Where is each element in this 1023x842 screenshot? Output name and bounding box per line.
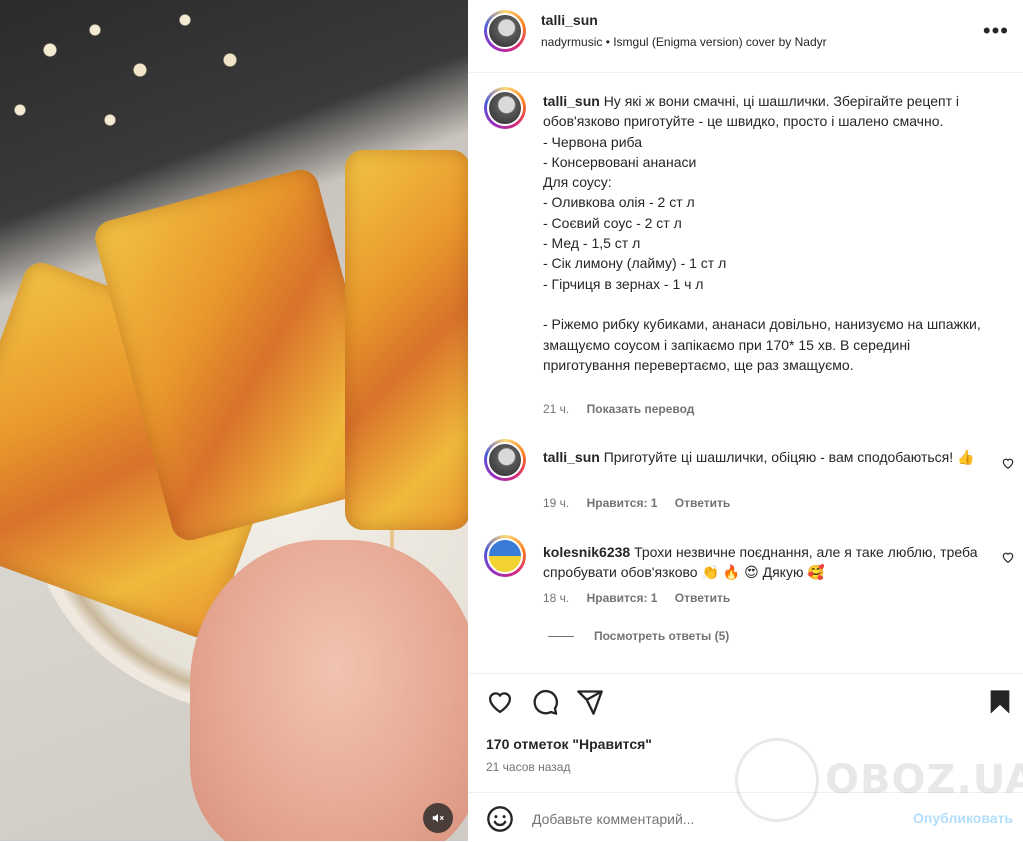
bookmark-icon[interactable]: [986, 688, 1014, 716]
comment-meta: 18 ч. Нравится: 1 Ответить: [543, 591, 730, 605]
media-hand: [190, 540, 468, 841]
reply-button[interactable]: Ответить: [675, 496, 730, 510]
comment: kolesnik6238 Трохи незвичне поєднання, а…: [543, 542, 983, 583]
comment-meta: 19 ч. Нравится: 1 Ответить: [543, 496, 730, 510]
more-options-button[interactable]: •••: [983, 18, 1009, 44]
post-time[interactable]: 21 часов назад: [486, 760, 570, 774]
add-comment-bar: Опубликовать: [468, 792, 1023, 842]
reply-button[interactable]: Ответить: [675, 591, 730, 605]
caption: talli_sun Ну які ж вони смачні, ці шашли…: [543, 91, 983, 375]
author-username[interactable]: talli_sun: [541, 12, 598, 28]
caption-username[interactable]: talli_sun: [543, 93, 600, 109]
view-replies-button[interactable]: Посмотреть ответы (5): [548, 629, 729, 643]
media-flowers: [0, 0, 290, 190]
comment-likes[interactable]: Нравится: 1: [587, 496, 658, 510]
likes-count[interactable]: 170 отметок "Нравится": [486, 736, 652, 752]
comment: talli_sun Приготуйте ці шашлички, обіцяю…: [543, 447, 983, 467]
comments-section: talli_sun Ну які ж вони смачні, ці шашли…: [468, 73, 1023, 673]
caption-avatar[interactable]: [484, 87, 526, 129]
share-icon[interactable]: [576, 688, 604, 716]
comment-text: Приготуйте ці шашлички, обіцяю - вам спо…: [603, 449, 975, 465]
comment-time[interactable]: 18 ч.: [543, 591, 569, 605]
mute-icon: [432, 813, 444, 823]
author-avatar[interactable]: [484, 10, 526, 52]
comment-input[interactable]: [530, 807, 894, 831]
publish-button[interactable]: Опубликовать: [913, 810, 1013, 826]
emoji-icon[interactable]: [486, 805, 514, 833]
comment-username[interactable]: kolesnik6238: [543, 544, 630, 560]
audio-track-link[interactable]: nadyrmusic • Ismgul (Enigma version) cov…: [541, 35, 827, 49]
caption-text: Ну які ж вони смачні, ці шашлички. Збері…: [543, 93, 981, 373]
comment-time[interactable]: 19 ч.: [543, 496, 569, 510]
caption-meta: 21 ч. Показать перевод: [543, 402, 694, 416]
more-icon: •••: [982, 18, 1009, 43]
mute-button[interactable]: [423, 803, 453, 833]
post-header: talli_sun nadyrmusic • Ismgul (Enigma ve…: [468, 0, 1023, 73]
post-panel: talli_sun nadyrmusic • Ismgul (Enigma ve…: [468, 0, 1023, 841]
caption-time[interactable]: 21 ч.: [543, 402, 569, 416]
comment-avatar[interactable]: [484, 535, 526, 577]
heart-icon[interactable]: [486, 688, 514, 716]
view-replies-label: Посмотреть ответы (5): [594, 629, 730, 643]
comment-like-icon[interactable]: [1001, 550, 1015, 564]
comment-icon[interactable]: [531, 688, 559, 716]
replies-divider: [548, 635, 574, 637]
comment-avatar[interactable]: [484, 439, 526, 481]
post-media[interactable]: [0, 0, 468, 841]
comment-like-icon[interactable]: [1001, 456, 1015, 470]
comment-username[interactable]: talli_sun: [543, 449, 600, 465]
post-actions: 170 отметок "Нравится" 21 часов назад: [468, 673, 1023, 794]
show-translation-button[interactable]: Показать перевод: [587, 402, 695, 416]
comment-likes[interactable]: Нравится: 1: [587, 591, 658, 605]
media-skewer: [345, 150, 468, 530]
